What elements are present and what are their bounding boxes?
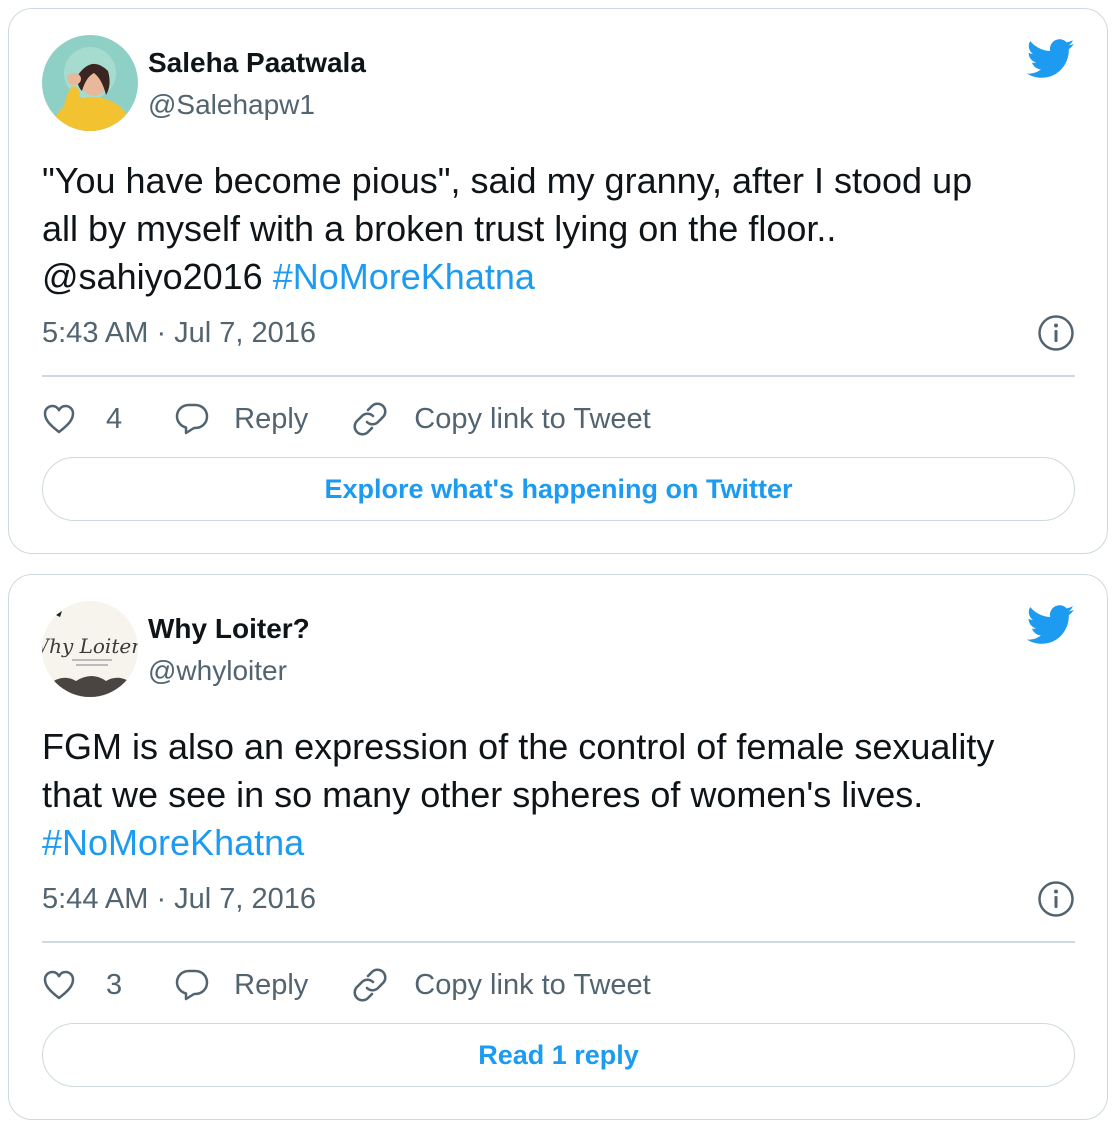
info-icon[interactable] — [1037, 880, 1075, 918]
avatar-logo-text: Why Loiter? — [42, 634, 138, 658]
like-button[interactable]: 3 — [42, 959, 122, 1011]
link-icon — [352, 967, 388, 1003]
like-count: 4 — [106, 402, 123, 435]
like-button[interactable]: 4 — [42, 393, 122, 445]
mention-link[interactable]: @sahiyo2016 — [42, 256, 263, 297]
logo-silhouettes — [48, 676, 134, 697]
heart-icon — [42, 969, 76, 1001]
tweet-text: FGM is also an expression of the control… — [42, 723, 1082, 867]
info-icon[interactable] — [1037, 314, 1075, 352]
link-icon — [352, 401, 388, 437]
logo-tagline-line — [76, 664, 108, 666]
avatar-photo — [42, 35, 138, 131]
avatar[interactable]: Why Loiter? — [42, 601, 138, 697]
reply-button[interactable]: Reply — [174, 959, 308, 1011]
tweet-text: "You have become pious", said my granny,… — [42, 157, 1082, 301]
divider — [42, 941, 1075, 943]
tweet-actions: 4 Reply Copy link to Tweet — [42, 393, 651, 445]
tweet-card[interactable]: Why Loiter? Why Loiter? @whyloiter FGM i… — [8, 574, 1108, 1120]
tweet-text-line: @sahiyo2016 #NoMoreKhatna — [42, 253, 1082, 301]
hashtag-link[interactable]: #NoMoreKhatna — [273, 256, 535, 297]
copy-link-button[interactable]: Copy link to Tweet — [352, 393, 651, 445]
reply-label: Reply — [234, 968, 309, 1001]
tweet-timestamp[interactable]: 5:44 AM · Jul 7, 2016 — [42, 883, 316, 916]
hashtag-link[interactable]: #NoMoreKhatna — [42, 822, 304, 863]
like-count: 3 — [106, 968, 123, 1001]
tweet-text-line: #NoMoreKhatna — [42, 819, 1082, 867]
logo-tagline-line — [72, 659, 112, 661]
read-replies-button[interactable]: Read 1 reply — [42, 1023, 1075, 1087]
tweet-text-line: FGM is also an expression of the control… — [42, 726, 995, 767]
reply-bubble-icon — [174, 968, 210, 1002]
tweet-timestamp[interactable]: 5:43 AM · Jul 7, 2016 — [42, 317, 316, 350]
copy-link-label: Copy link to Tweet — [414, 968, 651, 1001]
reply-bubble-icon — [174, 402, 210, 436]
explore-twitter-button[interactable]: Explore what's happening on Twitter — [42, 457, 1075, 521]
reply-button[interactable]: Reply — [174, 393, 308, 445]
tweet-text-line: "You have become pious", said my granny,… — [42, 160, 973, 201]
twitter-bird-icon[interactable] — [1026, 39, 1075, 79]
tweet-text-line: that we see in so many other spheres of … — [42, 774, 924, 815]
twitter-bird-icon[interactable] — [1026, 605, 1075, 645]
avatar[interactable] — [42, 35, 138, 131]
copy-link-label: Copy link to Tweet — [414, 402, 651, 435]
tweet-text-line: all by myself with a broken trust lying … — [42, 208, 837, 249]
divider — [42, 375, 1075, 377]
author-handle[interactable]: @Salehapw1 — [148, 89, 315, 121]
author-name[interactable]: Saleha Paatwala — [148, 47, 366, 79]
copy-link-button[interactable]: Copy link to Tweet — [352, 959, 651, 1011]
author-handle[interactable]: @whyloiter — [148, 655, 287, 687]
tweet-actions: 3 Reply Copy link to Tweet — [42, 959, 651, 1011]
heart-icon — [42, 403, 76, 435]
author-name[interactable]: Why Loiter? — [148, 613, 310, 645]
tweet-card[interactable]: Saleha Paatwala @Salehapw1 "You have bec… — [8, 8, 1108, 554]
reply-label: Reply — [234, 402, 309, 435]
